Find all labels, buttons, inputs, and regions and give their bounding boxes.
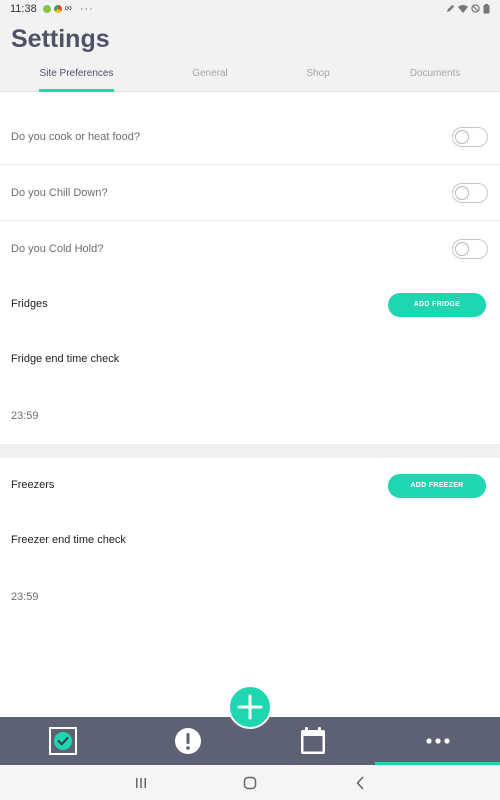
tab-general[interactable]: General [180,66,240,92]
status-bar: 11:38 ∞ ··· [0,0,500,17]
toggle-knob [455,242,469,256]
more-notifications-icon: ··· [79,2,94,15]
back-icon [356,776,364,789]
system-navigation-bar [0,765,500,800]
link-notification-icon: ∞ [64,3,72,14]
alert-icon [174,728,201,754]
android-notification-icon [42,4,51,13]
tab-documents[interactable]: Documents [400,66,470,92]
chill-down-toggle[interactable] [452,183,488,203]
section-divider [0,444,500,458]
plus-icon [237,694,263,720]
preference-row-cook: Do you cook or heat food? [0,109,500,165]
preference-label: Do you Cold Hold? [11,243,104,255]
page-title: Settings [11,25,110,53]
freezer-end-time-value[interactable]: 23:59 [11,591,39,603]
preference-row-chill-down: Do you Chill Down? [0,165,500,221]
site-preferences-panel: Do you cook or heat food? Do you Chill D… [0,92,500,717]
tab-site-preferences[interactable]: Site Preferences [39,66,114,92]
tab-shop[interactable]: Shop [293,66,343,92]
checklist-icon [48,727,77,755]
toggle-knob [455,186,469,200]
add-fab-button[interactable] [228,685,272,729]
settings-header: Settings Site Preferences General Shop D… [0,17,500,92]
recent-apps-button[interactable] [121,765,161,800]
tab-label: Documents [409,68,461,79]
preference-label: Do you cook or heat food? [11,131,141,143]
tab-label: Shop [306,68,330,79]
home-button[interactable] [230,765,270,800]
add-fridge-button[interactable]: ADD FRIDGE [388,293,486,317]
more-icon [425,738,450,744]
wifi-icon [458,5,468,13]
chrome-notification-icon [53,4,62,13]
freezers-title: Freezers [11,479,55,491]
calendar-icon [300,727,325,754]
nav-more[interactable] [375,717,500,765]
back-button[interactable] [340,765,380,800]
nav-checklist[interactable] [0,717,125,765]
recent-apps-icon [136,777,146,788]
status-time: 11:38 [10,2,37,15]
settings-tabs: Site Preferences General Shop Documents [0,66,500,92]
tab-label: Site Preferences [39,68,114,79]
add-freezer-button[interactable]: ADD FREEZER [388,474,486,498]
tab-label: General [192,68,228,79]
cook-heat-toggle[interactable] [452,127,488,147]
fridge-end-time-check-label: Fridge end time check [11,353,120,365]
status-icons [446,3,490,14]
preference-label: Do you Chill Down? [11,187,108,199]
do-not-disturb-icon [471,4,480,13]
fridges-title: Fridges [11,298,48,310]
toggle-knob [455,130,469,144]
freezer-end-time-check-label: Freezer end time check [11,534,126,546]
fridge-end-time-value[interactable]: 23:59 [11,410,39,422]
battery-icon [483,3,490,13]
home-icon [243,776,257,789]
cold-hold-toggle[interactable] [452,239,488,259]
preference-row-cold-hold: Do you Cold Hold? [0,221,500,277]
edit-icon [446,4,455,13]
